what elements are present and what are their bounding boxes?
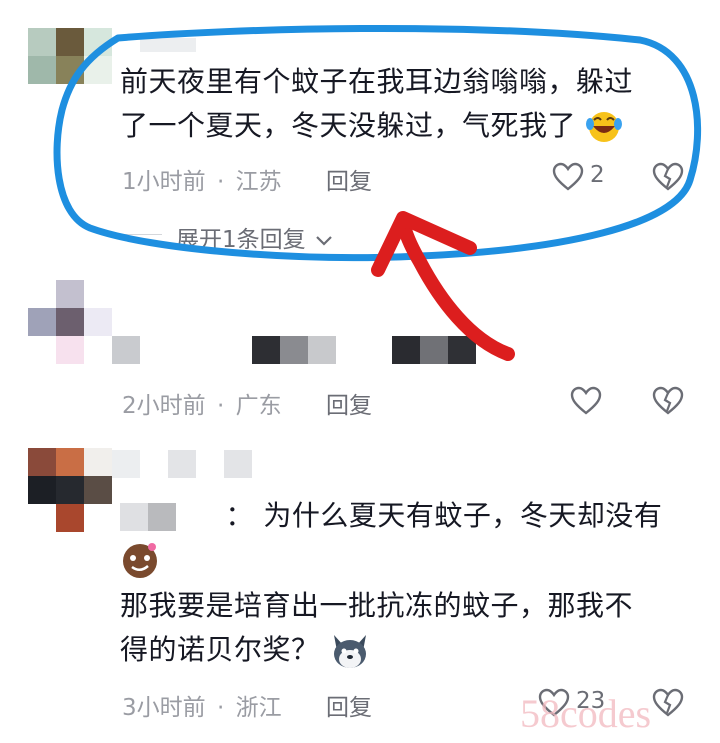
comment-location: 江苏 <box>235 169 282 195</box>
comment-meta: 3小时前 · 浙江 <box>122 688 282 722</box>
username[interactable] <box>112 450 252 478</box>
meta-separator: · <box>216 695 225 721</box>
heart-outline-icon[interactable] <box>552 162 584 192</box>
comment-time: 2小时前 <box>122 393 206 419</box>
comment-location: 浙江 <box>235 695 282 721</box>
comment-time: 1小时前 <box>122 169 206 195</box>
laughing-crying-emoji-icon <box>586 112 623 142</box>
meta-separator: · <box>216 393 225 419</box>
comment-text-redacted <box>252 336 412 364</box>
comment-text: 前天夜里有个蚊子在我耳边翁嗡嗡，躲过 了一个夏天，冬天没躲过，气死我了 <box>120 60 680 148</box>
comment-text-fragment: 得的诺贝尔奖？ <box>120 633 320 666</box>
husky-dog-emoji-icon <box>333 635 366 668</box>
expand-replies-label: 展开1条回复 <box>176 227 306 253</box>
reply-button[interactable]: 回复 <box>326 688 372 722</box>
red-arrow-shaft-annotation <box>396 215 515 361</box>
comment-text-line: 前天夜里有个蚊子在我耳边翁嗡嗡，躲过 <box>120 65 634 98</box>
quoted-reply: ： 为什么夏天有蚊子，冬天却没有 <box>120 494 700 538</box>
avatar[interactable] <box>28 280 112 364</box>
comment-time: 3小时前 <box>122 695 206 721</box>
heart-outline-icon[interactable] <box>570 386 602 416</box>
broken-heart-icon[interactable] <box>652 162 684 192</box>
quoted-username[interactable] <box>120 503 176 531</box>
comment-text-line: 那我要是培育出一批抗冻的蚊子，那我不 <box>120 589 634 622</box>
meta-separator: · <box>216 169 225 195</box>
red-arrow-head-annotation <box>371 211 477 277</box>
comment-location: 广东 <box>235 393 282 419</box>
username[interactable] <box>140 38 196 52</box>
reply-button[interactable]: 回复 <box>326 386 372 420</box>
comment-meta: 1小时前 · 江苏 <box>122 162 282 196</box>
comment-text-line: 了一个夏天，冬天没躲过，气死我了 <box>120 104 680 148</box>
broken-heart-icon[interactable] <box>652 386 684 416</box>
chevron-down-icon <box>316 235 332 246</box>
avatar[interactable] <box>28 28 112 84</box>
broken-heart-icon[interactable] <box>652 688 684 718</box>
comment-text-redacted <box>392 336 476 364</box>
expand-replies-button[interactable]: 展开1条回复 <box>176 220 333 254</box>
comment-meta: 2小时前 · 广东 <box>122 386 282 420</box>
avatar[interactable] <box>28 448 112 532</box>
comment-text: 那我要是培育出一批抗冻的蚊子，那我不 得的诺贝尔奖？ <box>120 584 700 672</box>
comment-text-fragment: 了一个夏天，冬天没躲过，气死我了 <box>120 109 577 142</box>
reply-button[interactable]: 回复 <box>326 162 372 196</box>
username[interactable] <box>112 336 140 364</box>
quote-prefix: ： <box>225 499 254 532</box>
like-count: 2 <box>590 162 605 188</box>
smirk-face-emoji-icon <box>123 543 157 578</box>
comment-text-line: 得的诺贝尔奖？ <box>120 628 700 672</box>
watermark: 58codes <box>520 691 652 736</box>
quote-text: 为什么夏天有蚊子，冬天却没有 <box>263 499 663 532</box>
expand-divider <box>122 234 162 235</box>
